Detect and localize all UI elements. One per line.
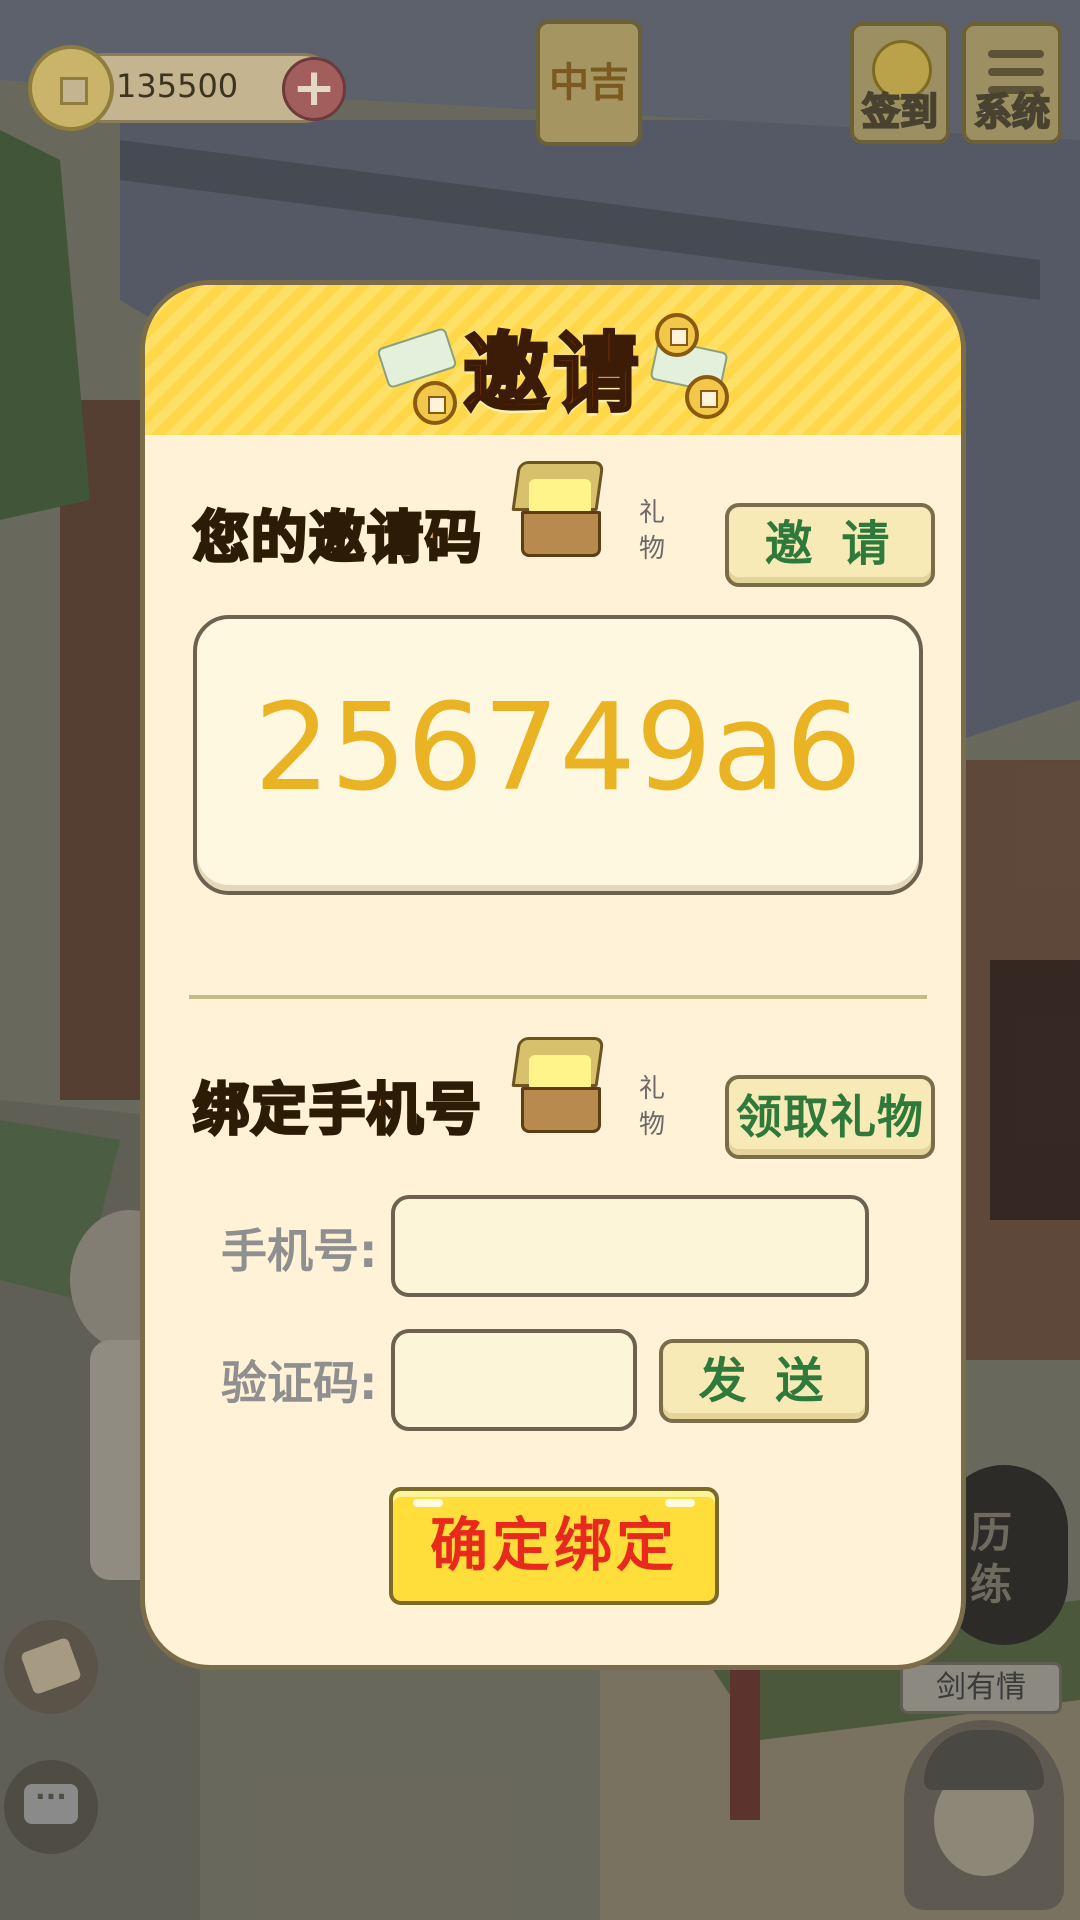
treasure-chest-icon bbox=[507, 1037, 617, 1137]
chat-button[interactable]: ··· bbox=[4, 1760, 98, 1854]
confirm-bind-label: 确定绑定 bbox=[429, 1511, 678, 1579]
invite-code-title: 您的邀请码 bbox=[192, 505, 483, 573]
verification-code-label: 验证码: bbox=[221, 1356, 378, 1410]
avatar-hat bbox=[924, 1730, 1044, 1790]
coin-amount: 135500 bbox=[116, 67, 239, 105]
coin-icon bbox=[413, 381, 457, 425]
player-avatar[interactable] bbox=[904, 1720, 1064, 1910]
system-label: 系统 bbox=[973, 89, 1051, 135]
player-name-tag: 剑有情 bbox=[900, 1662, 1062, 1714]
invite-button-label: 邀 请 bbox=[764, 516, 896, 572]
chat-bubble-icon: ··· bbox=[24, 1783, 78, 1824]
dialog-title: 邀请 bbox=[462, 323, 643, 426]
verification-code-input[interactable] bbox=[391, 1329, 637, 1431]
training-label: 历练 bbox=[970, 1508, 1013, 1609]
coin-counter: 135500 + bbox=[28, 45, 346, 131]
invite-code-value: 256749a6 bbox=[254, 679, 862, 818]
send-code-label: 发 送 bbox=[698, 1353, 830, 1409]
section-divider bbox=[189, 995, 927, 999]
scroll-icon bbox=[19, 1636, 83, 1696]
send-code-button[interactable]: 发 送 bbox=[659, 1339, 869, 1423]
fortune-label: 中吉 bbox=[549, 60, 629, 106]
gift-label: 礼物 bbox=[639, 1074, 666, 1140]
add-coins-button[interactable]: + bbox=[282, 57, 346, 121]
dialog-header: 邀请 bbox=[145, 285, 961, 435]
fortune-button[interactable]: 中吉 bbox=[536, 20, 642, 146]
signin-label: 签到 bbox=[861, 89, 939, 135]
plus-icon: + bbox=[292, 58, 336, 118]
claim-gift-button[interactable]: 领取礼物 bbox=[725, 1075, 935, 1159]
invite-dialog: 邀请 您的邀请码 礼物 邀 请 256749a6 绑定手机号 礼物 领取礼物 手… bbox=[140, 280, 966, 1670]
coin-icon bbox=[28, 45, 114, 131]
bind-phone-title: 绑定手机号 bbox=[192, 1077, 483, 1145]
quest-scroll-button[interactable] bbox=[4, 1620, 98, 1714]
confirm-bind-button[interactable]: 确定绑定 bbox=[389, 1487, 719, 1605]
coin-icon bbox=[655, 313, 699, 357]
coin-icon bbox=[685, 375, 729, 419]
invite-button[interactable]: 邀 请 bbox=[725, 503, 935, 587]
phone-label: 手机号: bbox=[221, 1224, 378, 1278]
system-menu-button[interactable]: 系统 bbox=[962, 22, 1062, 144]
claim-gift-label: 领取礼物 bbox=[736, 1090, 924, 1144]
invite-code-box: 256749a6 bbox=[193, 615, 923, 895]
player-name: 剑有情 bbox=[936, 1670, 1026, 1705]
signin-button[interactable]: 签到 bbox=[850, 22, 950, 144]
gift-label: 礼物 bbox=[639, 498, 666, 564]
treasure-chest-icon bbox=[507, 461, 617, 561]
phone-input[interactable] bbox=[391, 1195, 869, 1297]
